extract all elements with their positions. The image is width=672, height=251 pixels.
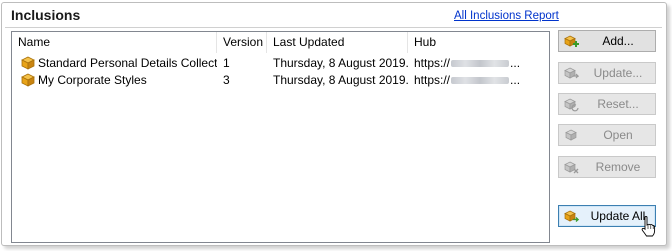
- inclusions-list[interactable]: Name Version Last Updated Hub Standard P…: [11, 31, 550, 243]
- hub-suffix: ...: [510, 73, 521, 87]
- row-name: My Corporate Styles: [38, 73, 147, 87]
- reset-button-label: Reset...: [597, 97, 639, 111]
- remove-button[interactable]: Remove: [558, 156, 656, 178]
- open-package-icon: [565, 129, 577, 141]
- update-all-package-icon: [564, 210, 579, 222]
- redacted-hub-host: [451, 77, 510, 85]
- row-hub: https://...: [408, 72, 549, 89]
- all-inclusions-report-link[interactable]: All Inclusions Report: [454, 10, 559, 22]
- list-row[interactable]: Standard Personal Details Collection 1 T…: [12, 55, 549, 72]
- update-package-icon: [564, 67, 579, 79]
- hub-suffix: ...: [510, 56, 521, 70]
- column-header-last-updated[interactable]: Last Updated: [267, 32, 408, 53]
- column-header-name[interactable]: Name: [12, 32, 217, 53]
- row-last-updated: Thursday, 8 August 2019...: [273, 73, 408, 87]
- update-button[interactable]: Update...: [558, 62, 656, 84]
- row-hub: https://...: [408, 55, 549, 72]
- reset-package-icon: [564, 98, 579, 112]
- open-button[interactable]: Open: [558, 124, 656, 146]
- row-version: 1: [223, 56, 230, 70]
- add-button[interactable]: Add...: [558, 30, 656, 52]
- title-divider: [5, 27, 662, 28]
- update-button-label: Update...: [593, 66, 643, 80]
- row-name: Standard Personal Details Collection: [38, 56, 217, 70]
- add-package-icon: [564, 35, 579, 47]
- redacted-hub-host: [451, 60, 510, 68]
- add-button-label: Add...: [602, 34, 634, 48]
- hub-prefix: https://: [414, 73, 451, 87]
- reset-button[interactable]: Reset...: [558, 93, 656, 115]
- hub-prefix: https://: [414, 56, 451, 70]
- list-header: Name Version Last Updated Hub: [12, 32, 549, 53]
- row-version: 3: [223, 73, 230, 87]
- list-row[interactable]: My Corporate Styles 3 Thursday, 8 August…: [12, 72, 549, 89]
- row-last-updated: Thursday, 8 August 2019...: [273, 56, 408, 70]
- panel-title: Inclusions: [11, 7, 81, 23]
- column-header-version[interactable]: Version: [217, 32, 267, 53]
- open-button-label: Open: [603, 128, 633, 142]
- column-header-hub[interactable]: Hub: [408, 32, 549, 53]
- remove-button-label: Remove: [595, 160, 641, 174]
- remove-package-icon: [564, 161, 579, 174]
- hand-cursor-icon: [641, 216, 656, 237]
